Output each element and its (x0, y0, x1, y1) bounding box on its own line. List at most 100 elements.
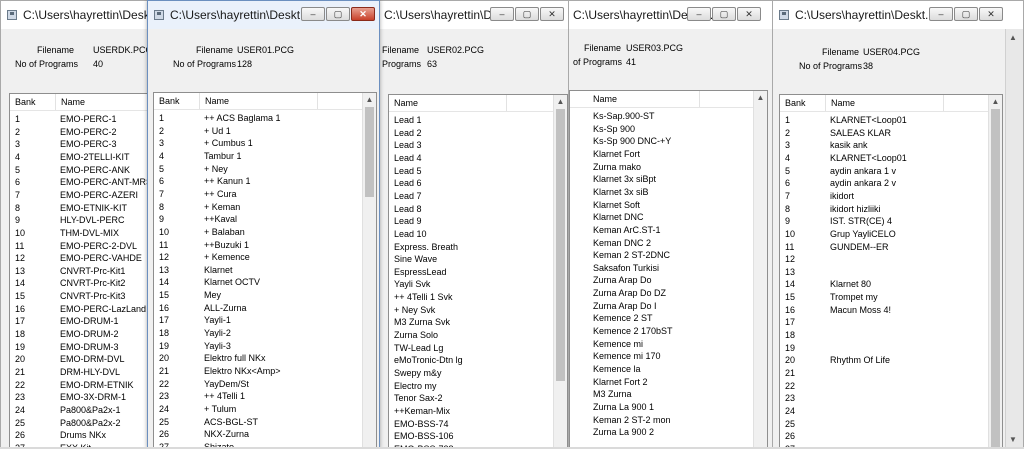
list-item[interactable]: 3 + Cumbus 1 (154, 137, 363, 150)
list-item[interactable]: 23 EMO-3X-DRM-1 (10, 391, 145, 404)
list-item[interactable]: Lead 7 (389, 190, 554, 203)
list-item[interactable]: 1 KLARNET<Loop01 (780, 114, 989, 127)
list-item[interactable]: 2 EMO-PERC-2 (10, 126, 145, 139)
list-item[interactable]: 15 CNVRT-Prc-Kit3 (10, 290, 145, 303)
list-item[interactable]: Klarnet DNC (570, 211, 754, 224)
list-item[interactable]: 8 EMO-ETNIK-KIT (10, 202, 145, 215)
pcg-window-user02[interactable]: C:\Users\hayrettin\Deskt... – ▢ ✕ Filena… (379, 0, 573, 449)
list-item[interactable]: 20 Elektro full NKx (154, 352, 363, 365)
list-item[interactable]: 22 YayDem/St (154, 378, 363, 391)
title-bar[interactable]: C:\Users\hayrettin\Deskt... – ▢ ✕ (148, 1, 379, 29)
minimize-button[interactable]: – (301, 7, 325, 21)
list-item[interactable]: 14 Klarnet OCTV (154, 276, 363, 289)
list-item[interactable]: Keman DNC 2 (570, 237, 754, 250)
list-item[interactable]: Lead 6 (389, 177, 554, 190)
list-item[interactable]: EMO-BSS-74 (389, 418, 554, 431)
list-item[interactable]: Swepy m&y (389, 367, 554, 380)
list-item[interactable]: Zurna Arap Do DZ (570, 287, 754, 300)
list-item[interactable]: 9 HLY-DVL-PERC (10, 214, 145, 227)
list-item[interactable]: 19 Yayli-3 (154, 340, 363, 353)
list-item[interactable]: 4 EMO-2TELLI-KIT (10, 151, 145, 164)
vertical-scrollbar[interactable]: ▲ (553, 95, 567, 448)
list-item[interactable]: Keman ArC.ST-1 (570, 224, 754, 237)
column-header-name[interactable]: Name (570, 91, 700, 107)
scroll-down-icon[interactable]: ▼ (1009, 435, 1017, 444)
list-item[interactable]: 20 Rhythm Of Life (780, 354, 989, 367)
list-item[interactable]: 24 (780, 405, 989, 418)
list-item[interactable]: 12 EMO-PERC-VAHDE (10, 252, 145, 265)
list-item[interactable]: 12 (780, 253, 989, 266)
list-item[interactable]: 7 EMO-PERC-AZERI (10, 189, 145, 202)
list-item[interactable]: Kemence 2 170bST (570, 325, 754, 338)
list-item[interactable]: Lead 4 (389, 152, 554, 165)
list-item[interactable]: 11 EMO-PERC-2-DVL (10, 240, 145, 253)
list-item[interactable]: Zurna mako (570, 161, 754, 174)
list-item[interactable]: M3 Zurna Svk (389, 316, 554, 329)
scroll-thumb[interactable] (991, 109, 1000, 448)
list-item[interactable]: Kemence 2 ST (570, 312, 754, 325)
column-header-name[interactable]: Name (56, 94, 149, 110)
pcg-window-user04[interactable]: C:\Users\hayrettin\Deskt... – ▢ ✕ Filena… (772, 0, 1024, 449)
list-item[interactable]: 19 EMO-DRUM-3 (10, 341, 145, 354)
list-item[interactable]: 2 + Ud 1 (154, 125, 363, 138)
list-item[interactable]: 15 Trompet my (780, 291, 989, 304)
scroll-up-icon[interactable]: ▲ (554, 95, 567, 108)
list-item[interactable]: 21 (780, 367, 989, 380)
list-item[interactable]: Zurna La 900 1 (570, 401, 754, 414)
list-item[interactable]: Express. Breath (389, 241, 554, 254)
list-item[interactable]: 12 + Kemence (154, 251, 363, 264)
scroll-thumb[interactable] (365, 107, 374, 197)
vertical-scrollbar[interactable]: ▲ (362, 93, 376, 448)
list-item[interactable]: 10 + Balaban (154, 226, 363, 239)
list-item[interactable]: Yayli Svk (389, 278, 554, 291)
list-item[interactable]: 17 Yayli-1 (154, 314, 363, 327)
list-item[interactable]: Zurna Solo (389, 329, 554, 342)
list-item[interactable]: 6 ++ Kanun 1 (154, 175, 363, 188)
list-item[interactable]: 6 aydin ankara 2 v (780, 177, 989, 190)
list-item[interactable]: 16 Macun Moss 4! (780, 304, 989, 317)
list-item[interactable]: 19 (780, 342, 989, 355)
list-item[interactable]: 9 ++Kaval (154, 213, 363, 226)
list-item[interactable]: 3 kasik ank (780, 139, 989, 152)
pcg-window-user01[interactable]: C:\Users\hayrettin\Deskt... – ▢ ✕ Filena… (147, 0, 380, 449)
list-item[interactable]: 26 NKX-Zurna (154, 428, 363, 441)
close-button[interactable]: ✕ (737, 7, 761, 21)
scroll-thumb[interactable] (556, 109, 565, 381)
list-item[interactable]: Lead 3 (389, 139, 554, 152)
list-item[interactable]: Zurna La 900 2 (570, 426, 754, 439)
window-scrollbar[interactable]: ▲ ▼ (1005, 29, 1023, 448)
scroll-up-icon[interactable]: ▲ (754, 91, 767, 104)
list-item[interactable]: 1 EMO-PERC-1 (10, 113, 145, 126)
list-item[interactable]: 18 EMO-DRUM-2 (10, 328, 145, 341)
list-item[interactable]: 5 EMO-PERC-ANK (10, 164, 145, 177)
maximize-button[interactable]: ▢ (954, 7, 978, 21)
list-item[interactable]: Klarnet 3x siB (570, 186, 754, 199)
list-item[interactable]: 10 Grup YayliCELO (780, 228, 989, 241)
list-item[interactable]: 8 ikidort hizliiki (780, 203, 989, 216)
list-item[interactable]: Klarnet Fort (570, 148, 754, 161)
title-bar[interactable]: C:\Users\hayrettin\Deskt... – ▢ ✕ (569, 1, 772, 29)
list-item[interactable]: 17 EMO-DRUM-1 (10, 315, 145, 328)
pcg-window-userdk[interactable]: C:\Users\hayrettin\Deskt... Filename USE… (0, 0, 150, 449)
list-item[interactable]: 11 GUNDEM--ER (780, 241, 989, 254)
list-item[interactable]: Ks-Sp 900 DNC-+Y (570, 135, 754, 148)
scroll-up-icon[interactable]: ▲ (1009, 33, 1017, 42)
program-list[interactable]: Bank Name 1 EMO-PERC-1 2 EMO-PERC-2 3 EMO-PER… (9, 93, 149, 448)
list-item[interactable]: 5 aydin ankara 1 v (780, 165, 989, 178)
list-item[interactable]: Lead 9 (389, 215, 554, 228)
list-item[interactable]: Sine Wave (389, 253, 554, 266)
list-item[interactable]: Klarnet 3x siBpt (570, 173, 754, 186)
list-item[interactable]: Ks-Sp 900 (570, 123, 754, 136)
title-bar[interactable]: C:\Users\hayrettin\Deskt... (1, 1, 149, 29)
column-header-bank[interactable]: Bank (10, 94, 56, 110)
list-item[interactable]: + Ney Svk (389, 304, 554, 317)
list-item[interactable]: 4 Tambur 1 (154, 150, 363, 163)
list-item[interactable]: 18 (780, 329, 989, 342)
column-header-bank[interactable]: Bank (154, 93, 200, 109)
column-header-bank[interactable]: Bank (780, 95, 826, 111)
list-item[interactable]: EspressLead (389, 266, 554, 279)
pcg-window-user03[interactable]: C:\Users\hayrettin\Deskt... – ▢ ✕ Filena… (568, 0, 773, 449)
list-item[interactable]: 5 + Ney (154, 163, 363, 176)
list-item[interactable]: M3 Zurna (570, 388, 754, 401)
list-item[interactable]: 22 (780, 380, 989, 393)
